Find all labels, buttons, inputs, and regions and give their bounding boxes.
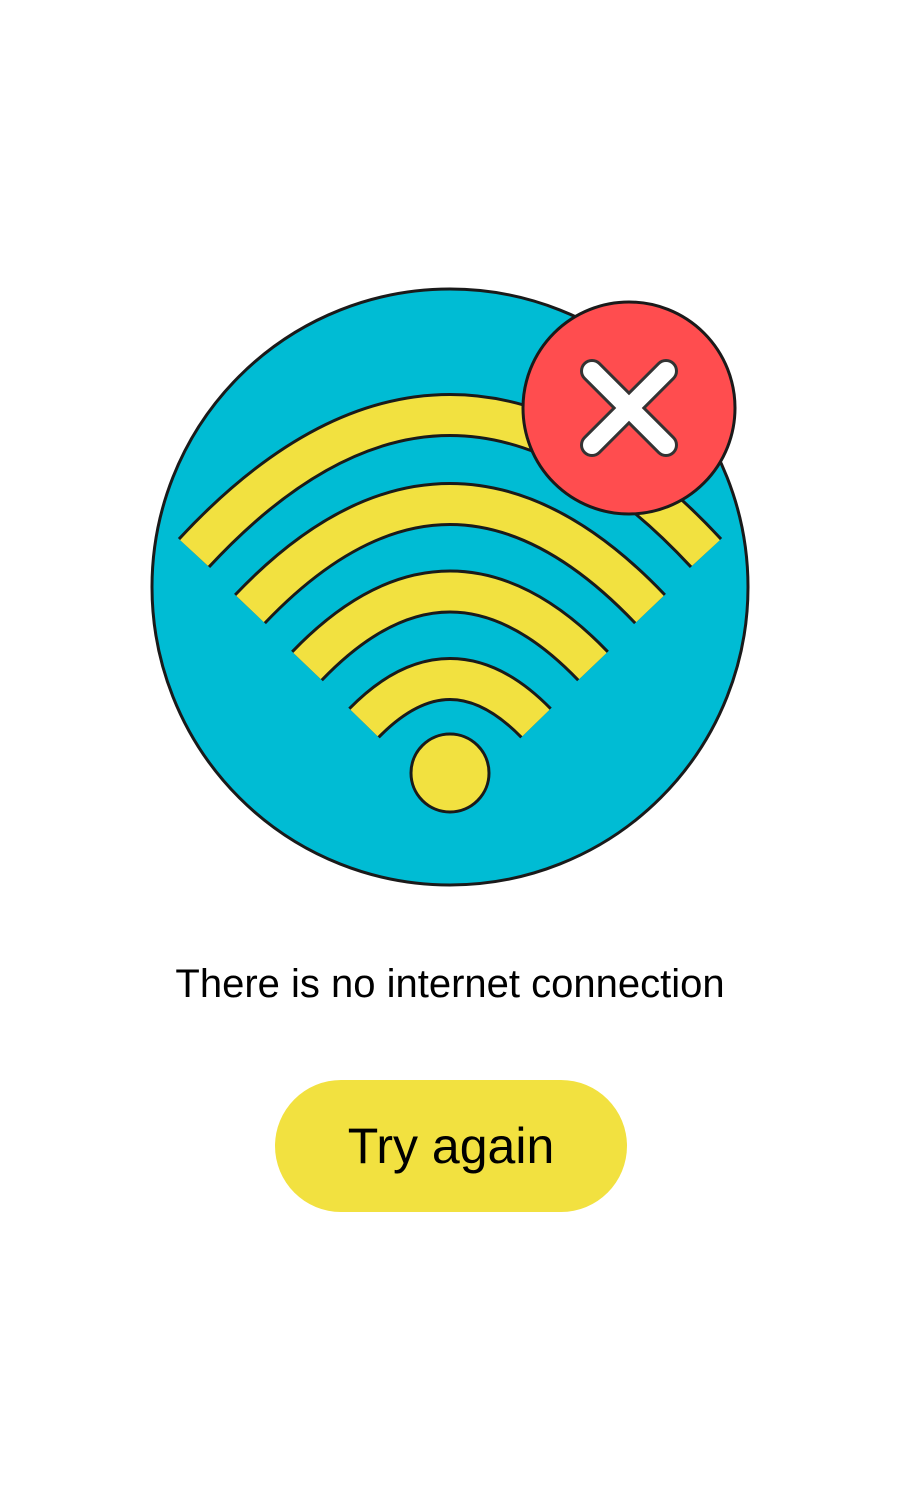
try-again-button[interactable]: Try again [275, 1080, 627, 1212]
wifi-dot [409, 732, 491, 814]
error-badge [521, 300, 737, 516]
wifi-off-icon [150, 287, 750, 887]
no-connection-message: There is no internet connection [175, 962, 725, 1006]
no-connection-illustration [150, 287, 750, 887]
